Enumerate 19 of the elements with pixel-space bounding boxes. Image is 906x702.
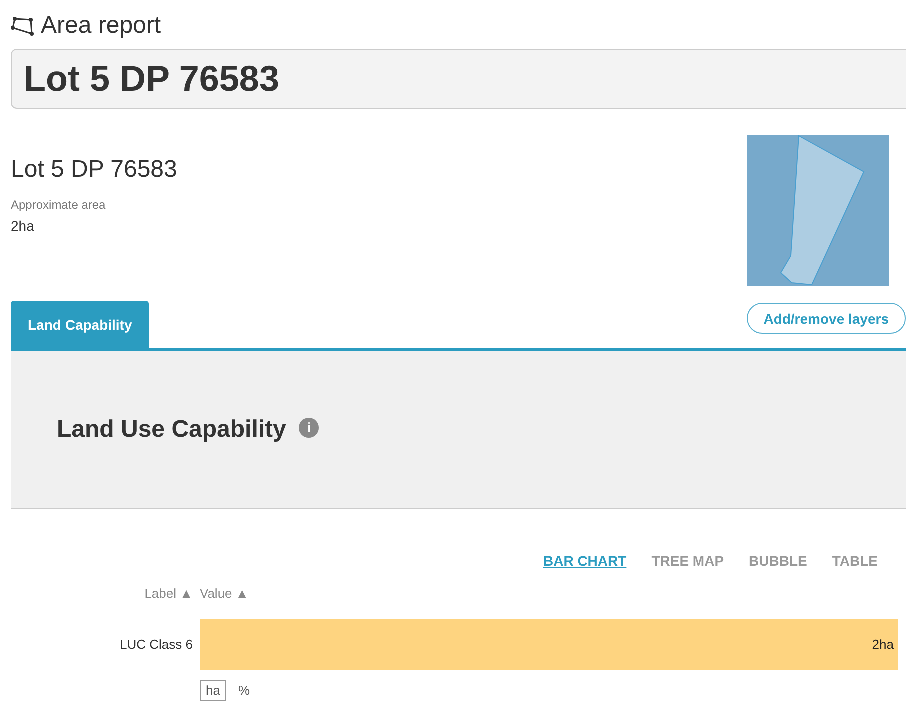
add-remove-layers-button[interactable]: Add/remove layers [746, 303, 906, 334]
unit-toggle[interactable]: ha [200, 680, 226, 701]
parcel-name: Lot 5 DP 76583 [11, 156, 178, 184]
view-link[interactable]: BAR CHART [543, 553, 627, 569]
area-label: Approximate area [11, 198, 107, 212]
page-title: Area report [41, 12, 162, 40]
view-link[interactable]: TABLE [832, 553, 878, 569]
view-link[interactable]: TREE MAP [652, 553, 724, 569]
polygon-icon [11, 16, 35, 36]
row-label: LUC Class 6 [120, 637, 193, 652]
section-title: Land Use Capability [57, 416, 286, 444]
tab[interactable]: Land Capability [11, 301, 150, 348]
view-link[interactable]: BUBBLE [749, 553, 808, 569]
column-header[interactable]: Label ▲ [144, 586, 193, 601]
search-field[interactable]: Lot 5 DP 76583 [11, 49, 906, 109]
column-header[interactable]: Value ▲ [200, 586, 249, 601]
area-value: 2ha [11, 218, 36, 234]
info-icon[interactable]: i [299, 418, 320, 438]
bar-value: 2ha [872, 637, 895, 652]
